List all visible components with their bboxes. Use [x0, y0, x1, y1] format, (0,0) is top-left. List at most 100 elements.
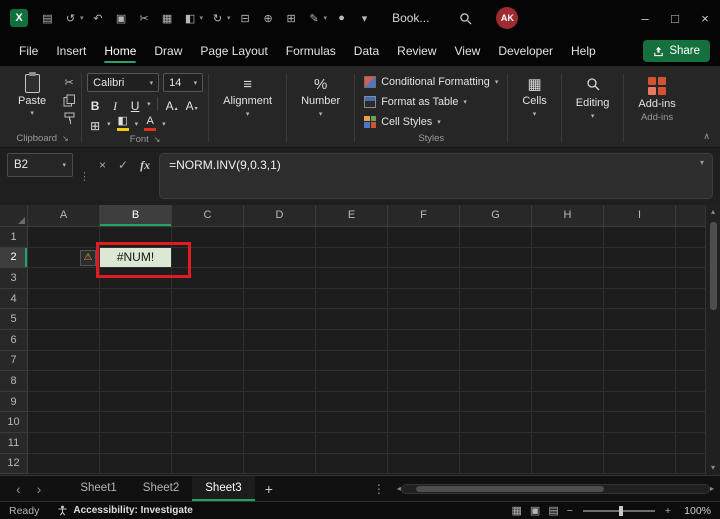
cell-E8[interactable] — [316, 371, 388, 392]
cell-D1[interactable] — [244, 227, 316, 248]
table-icon[interactable]: ⊞ — [284, 12, 299, 25]
cell-G4[interactable] — [460, 288, 532, 310]
cell-F8[interactable] — [388, 371, 460, 392]
cell-I11[interactable] — [604, 432, 676, 454]
cell-E9[interactable] — [316, 391, 388, 413]
share-button[interactable]: Share — [643, 40, 710, 62]
column-header-E[interactable]: E — [316, 205, 388, 227]
cell-F7[interactable] — [388, 350, 460, 372]
cell-G8[interactable] — [460, 371, 532, 392]
cell-C10[interactable] — [172, 412, 244, 433]
undo-icon[interactable]: ↺ — [63, 12, 78, 25]
cell-D2[interactable] — [244, 247, 316, 269]
copy-button[interactable] — [62, 94, 76, 107]
page-layout-view-button[interactable]: ▣ — [530, 504, 540, 517]
select-all-corner[interactable] — [0, 205, 28, 227]
cell-B10[interactable] — [100, 412, 172, 433]
cell-E3[interactable] — [316, 268, 388, 289]
font-color-button[interactable]: A — [142, 116, 158, 131]
cell-I12[interactable] — [604, 453, 676, 475]
conditional-formatting-button[interactable]: Conditional Formatting ▾ — [360, 72, 502, 91]
chart-icon[interactable]: ▦ — [160, 12, 175, 25]
cell-I1[interactable] — [604, 227, 676, 248]
underline-button[interactable]: U — [127, 95, 143, 112]
horizontal-scrollbar-track[interactable] — [400, 483, 710, 494]
cell-A6[interactable] — [28, 329, 100, 351]
cell-A2[interactable]: ⚠ — [28, 247, 100, 269]
column-header-D[interactable]: D — [244, 205, 316, 227]
row-header-4[interactable]: 4 — [0, 288, 28, 310]
alignment-button[interactable]: ≡ Alignment ▾ — [214, 70, 281, 118]
cell-F5[interactable] — [388, 309, 460, 330]
row-header-9[interactable]: 9 — [0, 391, 28, 413]
cell-I3[interactable] — [604, 268, 676, 289]
cell-I5[interactable] — [604, 309, 676, 330]
cell-H6[interactable] — [532, 329, 604, 351]
column-header-H[interactable]: H — [532, 205, 604, 227]
cell-F6[interactable] — [388, 329, 460, 351]
bold-button[interactable]: B — [87, 95, 103, 112]
insert-function-button[interactable]: fx — [137, 153, 153, 177]
cell-F11[interactable] — [388, 432, 460, 454]
column-header-C[interactable]: C — [172, 205, 244, 227]
cell-D6[interactable] — [244, 329, 316, 351]
cell-G9[interactable] — [460, 391, 532, 413]
underline-options-icon[interactable]: ▾ — [147, 100, 151, 108]
cell-A10[interactable] — [28, 412, 100, 433]
zoom-in-button[interactable]: + — [665, 505, 671, 517]
menu-tab-draw[interactable]: Draw — [145, 36, 191, 66]
font-name-select[interactable]: Calibri ▾ — [87, 73, 160, 92]
decrease-font-size-button[interactable]: A ▾ — [184, 95, 200, 112]
close-button[interactable]: × — [690, 0, 720, 36]
cell-F2[interactable] — [388, 247, 460, 269]
sheet-tab-sheet3[interactable]: Sheet3 — [192, 476, 255, 501]
italic-button[interactable]: I — [107, 95, 123, 112]
search-icon[interactable] — [459, 12, 472, 25]
cell-I6[interactable] — [604, 329, 676, 351]
cells-button[interactable]: ▦ Cells ▾ — [513, 70, 555, 118]
row-header-7[interactable]: 7 — [0, 350, 28, 372]
editing-button[interactable]: Editing ▾ — [567, 70, 619, 120]
new-sheet-button[interactable]: + — [255, 481, 283, 497]
menu-tab-view[interactable]: View — [446, 36, 490, 66]
cell-G2[interactable] — [460, 247, 532, 269]
cell-B1[interactable] — [100, 227, 172, 248]
cell-D11[interactable] — [244, 432, 316, 454]
cell-E10[interactable] — [316, 412, 388, 433]
format-painter-button[interactable] — [62, 112, 76, 125]
cell-C3[interactable] — [172, 268, 244, 289]
cell-H5[interactable] — [532, 309, 604, 330]
cell-D10[interactable] — [244, 412, 316, 433]
cell-C9[interactable] — [172, 391, 244, 413]
sheet-menu-icon[interactable]: ⋮ — [367, 482, 391, 496]
cell-I8[interactable] — [604, 371, 676, 392]
cell-D7[interactable] — [244, 350, 316, 372]
fill-color-button[interactable]: ◧ — [115, 116, 131, 131]
quick-add-icon[interactable]: ⊕ — [261, 12, 276, 25]
row-header-3[interactable]: 3 — [0, 268, 28, 289]
cell-A7[interactable] — [28, 350, 100, 372]
sheet-tab-sheet1[interactable]: Sheet1 — [67, 476, 129, 501]
chevron-down-icon[interactable]: ▾ — [200, 14, 204, 22]
redo-icon[interactable]: ↶ — [91, 12, 106, 25]
print-icon[interactable]: ⊟ — [238, 12, 253, 25]
cell-G1[interactable] — [460, 227, 532, 248]
cell-A8[interactable] — [28, 371, 100, 392]
zoom-slider-thumb[interactable] — [618, 505, 623, 516]
increase-font-size-button[interactable]: A ▴ — [164, 95, 180, 112]
cell-G12[interactable] — [460, 453, 532, 475]
cell-E12[interactable] — [316, 453, 388, 475]
cell-C1[interactable] — [172, 227, 244, 248]
menu-tab-data[interactable]: Data — [345, 36, 388, 66]
row-header-2[interactable]: 2 — [0, 247, 28, 269]
formula-bar-resizer[interactable]: ⋮ — [79, 165, 90, 189]
cell-C5[interactable] — [172, 309, 244, 330]
cell-A12[interactable] — [28, 453, 100, 475]
cell-styles-button[interactable]: Cell Styles ▾ — [360, 112, 502, 131]
vertical-scrollbar-thumb[interactable] — [709, 222, 717, 310]
cell-E1[interactable] — [316, 227, 388, 248]
minimize-button[interactable]: – — [630, 0, 660, 36]
cancel-button[interactable]: × — [96, 153, 109, 177]
menu-tab-developer[interactable]: Developer — [489, 36, 562, 66]
column-header-A[interactable]: A — [28, 205, 100, 227]
